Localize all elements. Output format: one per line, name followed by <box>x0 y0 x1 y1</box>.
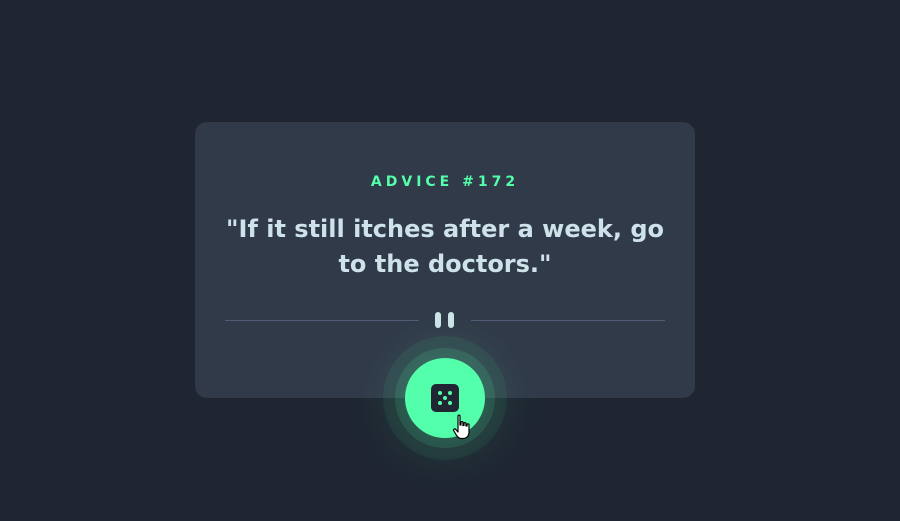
divider-line-left <box>225 320 419 321</box>
dice-icon <box>431 384 459 412</box>
hand-pointer-icon <box>452 414 470 440</box>
pattern-divider <box>225 312 665 332</box>
divider-line-right <box>471 320 665 321</box>
pause-icon <box>434 312 456 328</box>
advice-quote: "If it still itches after a week, go to … <box>226 215 664 278</box>
advice-page: ADVICE #172 "If it still itches after a … <box>0 0 900 521</box>
advice-card: ADVICE #172 "If it still itches after a … <box>195 122 695 398</box>
advice-id-label: ADVICE #172 <box>370 174 520 190</box>
new-advice-button[interactable] <box>405 358 485 438</box>
